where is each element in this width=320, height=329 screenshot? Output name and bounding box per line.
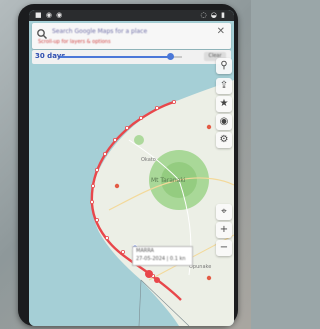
map-toolbar: ⚲ ⇪ ★ ◉ ⚙ ⌖ + − — [216, 58, 232, 258]
time-slider[interactable] — [60, 53, 182, 60]
phone-screen: Mt Taranaki Okato Opunake MARRA 27-05-20… — [29, 10, 234, 326]
map-pin-icon[interactable]: ⚲ — [216, 58, 232, 74]
track-popup-subtitle: 27-05-2024 | 0.1 kn — [136, 256, 186, 262]
phone-device: Mt Taranaki Okato Opunake MARRA 27-05-20… — [18, 4, 238, 326]
track-popup[interactable]: MARRA 27-05-2024 | 0.1 kn — [132, 246, 193, 266]
time-slider-fill — [60, 56, 170, 58]
status-icons-right: ◌ ◒ ▮ — [200, 11, 226, 19]
track-popup-title: MARRA — [136, 248, 154, 254]
search-input[interactable]: Search Google Maps for a place — [52, 28, 202, 35]
search-bar[interactable]: Search Google Maps for a place Scroll-up… — [32, 23, 231, 49]
search-hint: Scroll-up for layers & options — [38, 39, 111, 45]
zoom-out-icon[interactable]: − — [216, 240, 232, 256]
time-slider-thumb[interactable] — [166, 53, 174, 60]
close-icon[interactable]: ✕ — [217, 26, 225, 37]
share-icon[interactable]: ⇪ — [216, 78, 232, 94]
status-icons-left: ■ ◉ ◉ — [35, 11, 64, 19]
status-bar: ■ ◉ ◉ ◌ ◒ ▮ — [29, 10, 234, 21]
town-label-okato: Okato — [141, 157, 156, 163]
place-label: Mt Taranaki — [151, 177, 186, 184]
star-icon[interactable]: ★ — [216, 96, 232, 112]
layers-icon[interactable]: ◉ — [216, 114, 232, 130]
zoom-in-icon[interactable]: + — [216, 222, 232, 238]
location-icon[interactable]: ⌖ — [216, 204, 232, 220]
settings-icon[interactable]: ⚙ — [216, 132, 232, 148]
time-filter-bar: 30 days Clear — [32, 50, 231, 64]
